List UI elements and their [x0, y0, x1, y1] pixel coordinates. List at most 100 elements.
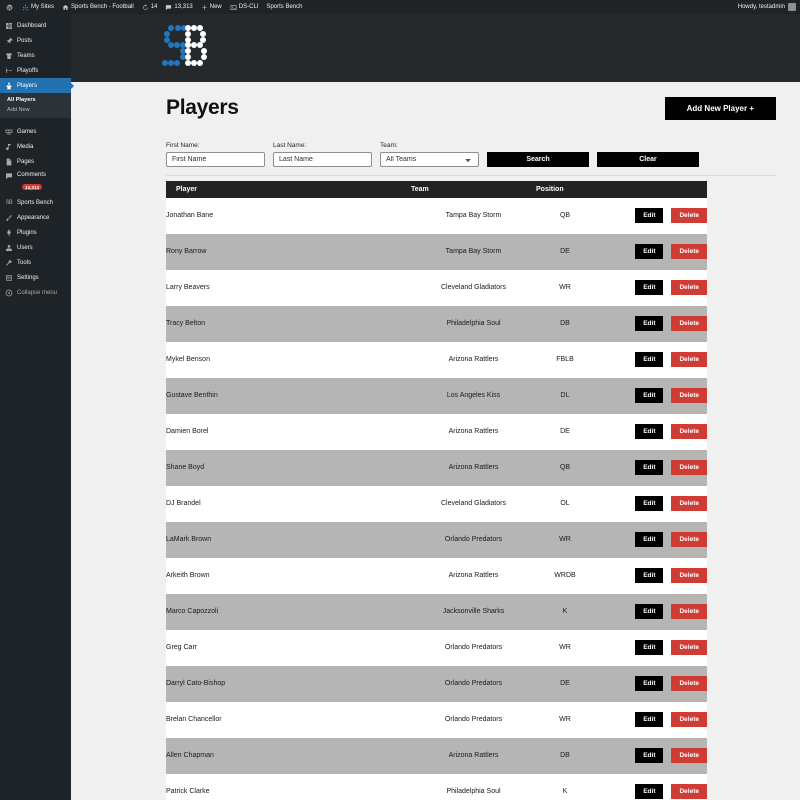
adminbar-item-my-sites[interactable]: My Sites	[18, 0, 58, 14]
sidebar-item-teams[interactable]: Teams	[0, 48, 71, 63]
column-header-player: Player	[166, 180, 411, 198]
search-button[interactable]: Search	[487, 151, 589, 167]
edit-button[interactable]: Edit	[635, 316, 664, 331]
sidebar-item-label: Games	[17, 128, 37, 135]
adminbar-item-new[interactable]: New	[197, 0, 226, 14]
column-header-team: Team	[411, 180, 536, 198]
adminbar-item-sports-bench[interactable]: Sports Bench	[262, 0, 306, 14]
sidebar-item-playoffs[interactable]: Playoffs	[0, 63, 71, 78]
cell-team: Philadelphia Soul	[446, 320, 501, 327]
sidebar-item-posts[interactable]: Posts	[0, 33, 71, 48]
cell-team: Cleveland Gladiators	[441, 500, 506, 507]
delete-button[interactable]: Delete	[671, 748, 707, 763]
sidebar-item-players[interactable]: Players	[0, 78, 71, 93]
players-table: Player Team Position Jonathan Bane Tampa …	[166, 180, 707, 800]
delete-button[interactable]: Delete	[671, 784, 707, 799]
edit-button[interactable]: Edit	[635, 424, 664, 439]
adminbar-label: Sports Bench	[266, 4, 303, 10]
delete-button[interactable]: Delete	[671, 388, 707, 403]
last-name-input[interactable]	[273, 151, 372, 167]
edit-button[interactable]: Edit	[635, 496, 664, 511]
sidebar-item-games[interactable]: Games	[0, 124, 71, 139]
collapse-icon	[5, 289, 13, 297]
cell-team: Tampa Bay Storm	[445, 212, 502, 219]
team-select[interactable]: All Teams	[380, 151, 479, 167]
edit-button[interactable]: Edit	[635, 460, 664, 475]
adminbar-item-site-name[interactable]: Sports Bench - Football	[58, 0, 138, 14]
adminbar-label: My Sites	[31, 4, 55, 10]
sidebar-item-pages[interactable]: Pages	[0, 154, 71, 169]
adminbar-account-area[interactable]: Howdy, testadmin	[738, 3, 800, 11]
delete-button[interactable]: Delete	[671, 352, 707, 367]
delete-button[interactable]: Delete	[671, 712, 707, 727]
delete-button[interactable]: Delete	[671, 496, 707, 511]
table-row: Greg Carr Orlando Predators WR Edit Delete	[166, 629, 707, 666]
cell-actions: Edit Delete	[594, 630, 707, 666]
sidebar-item-appearance[interactable]: Appearance	[0, 210, 71, 225]
edit-button[interactable]: Edit	[635, 352, 664, 367]
delete-button[interactable]: Delete	[671, 460, 707, 475]
wordpress-logo-icon	[6, 4, 13, 11]
adminbar-item-updates[interactable]: 14	[138, 0, 162, 14]
table-row: Gustave Benthin Los Angeles Kiss DL Edit Del…	[166, 377, 707, 414]
sidebar-subitem-all-players[interactable]: All Players	[0, 95, 71, 105]
cell-team: Arizona Rattlers	[448, 356, 499, 363]
delete-button[interactable]: Delete	[671, 640, 707, 655]
edit-button[interactable]: Edit	[635, 208, 664, 223]
cell-team: Cleveland Gladiators	[441, 284, 506, 291]
delete-button[interactable]: Delete	[671, 604, 707, 619]
sidebar-item-settings[interactable]: Settings	[0, 270, 71, 285]
delete-button[interactable]: Delete	[671, 568, 707, 583]
cell-player: Jonathan Bane	[166, 212, 214, 219]
cell-actions: Edit Delete	[594, 738, 707, 774]
sidebar-subitem-add-new[interactable]: Add New	[0, 105, 71, 115]
sidebar-item-dashboard[interactable]: Dashboard	[0, 18, 71, 33]
sidebar-item-sports-bench[interactable]: SB Sports Bench	[0, 195, 71, 210]
cell-team: Orlando Predators	[444, 536, 503, 543]
edit-button[interactable]: Edit	[635, 388, 664, 403]
sidebar-item-plugins[interactable]: Plugins	[0, 225, 71, 240]
adminbar-item-ds-cli[interactable]: DS-CLI	[226, 0, 263, 14]
brush-icon	[5, 214, 13, 222]
edit-button[interactable]: Edit	[635, 712, 664, 727]
sidebar-item-label: Users	[17, 244, 33, 251]
cell-team: Tampa Bay Storm	[445, 248, 502, 255]
edit-button[interactable]: Edit	[635, 748, 664, 763]
cell-actions: Edit Delete	[594, 342, 707, 378]
delete-button[interactable]: Delete	[671, 316, 707, 331]
edit-button[interactable]: Edit	[635, 244, 664, 259]
cell-actions: Edit Delete	[594, 702, 707, 738]
delete-button[interactable]: Delete	[671, 244, 707, 259]
edit-button[interactable]: Edit	[635, 280, 664, 295]
sidebar-item-media[interactable]: Media	[0, 139, 71, 154]
delete-button[interactable]: Delete	[671, 208, 707, 223]
players-icon	[5, 82, 13, 90]
edit-button[interactable]: Edit	[635, 676, 664, 691]
sidebar-item-tools[interactable]: Tools	[0, 255, 71, 270]
delete-button[interactable]: Delete	[671, 676, 707, 691]
edit-button[interactable]: Edit	[635, 568, 664, 583]
cell-actions: Edit Delete	[594, 234, 707, 270]
edit-button[interactable]: Edit	[635, 640, 664, 655]
edit-button[interactable]: Edit	[635, 784, 664, 799]
sidebar-item-users[interactable]: Users	[0, 240, 71, 255]
sidebar-item-comments[interactable]: Comments 13,313	[0, 169, 71, 190]
table-row: Tracy Belton Philadelphia Soul DB Edit Delet…	[166, 305, 707, 342]
adminbar-item-comments[interactable]: 13,313	[161, 0, 196, 14]
delete-button[interactable]: Delete	[671, 532, 707, 547]
cell-position: K	[562, 608, 568, 615]
cell-position: WR	[559, 644, 571, 651]
delete-button[interactable]: Delete	[671, 280, 707, 295]
cell-position: DL	[560, 392, 570, 399]
add-new-player-button[interactable]: Add New Player +	[664, 96, 776, 120]
cell-actions: Edit Delete	[594, 486, 707, 522]
sidebar-item-label: Posts	[17, 37, 33, 44]
wordpress-logo-button[interactable]	[0, 0, 18, 14]
clear-button[interactable]: Clear	[597, 151, 699, 167]
first-name-input[interactable]	[166, 151, 265, 167]
delete-button[interactable]: Delete	[671, 424, 707, 439]
sidebar-item-collapse-menu[interactable]: Collapse menu	[0, 285, 71, 300]
edit-button[interactable]: Edit	[635, 604, 664, 619]
wp-admin-bar: My Sites Sports Bench - Football 14 13,3…	[0, 0, 800, 14]
edit-button[interactable]: Edit	[635, 532, 664, 547]
